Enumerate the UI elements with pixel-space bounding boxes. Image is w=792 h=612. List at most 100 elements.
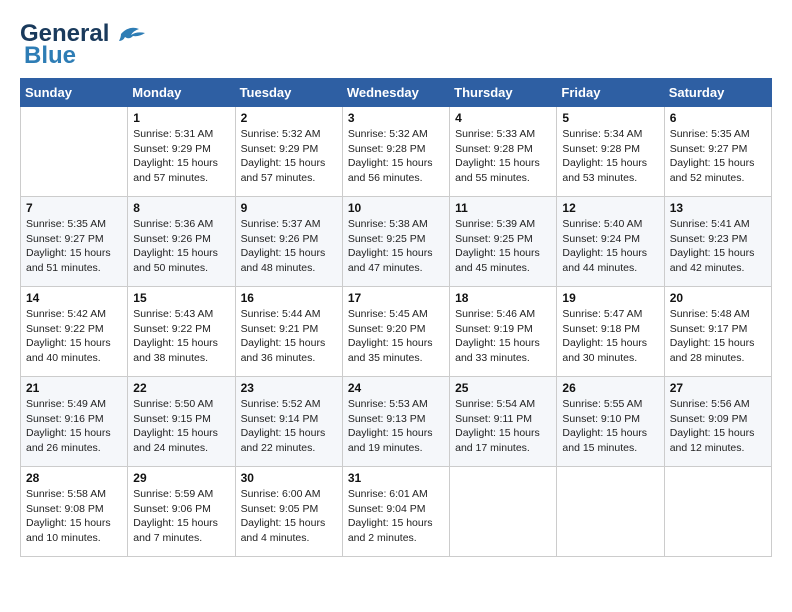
day-number: 23 — [241, 381, 337, 395]
day-number: 31 — [348, 471, 444, 485]
day-number: 26 — [562, 381, 658, 395]
calendar-cell: 22 Sunrise: 5:50 AMSunset: 9:15 PMDayligh… — [128, 377, 235, 467]
day-number: 11 — [455, 201, 551, 215]
day-number: 17 — [348, 291, 444, 305]
calendar-cell: 6 Sunrise: 5:35 AMSunset: 9:27 PMDaylight… — [664, 107, 771, 197]
day-number: 16 — [241, 291, 337, 305]
calendar-cell: 1Sunrise: 5:31 AMSunset: 9:29 PMDaylight… — [128, 107, 235, 197]
day-info: Sunrise: 5:54 AMSunset: 9:11 PMDaylight:… — [455, 397, 551, 456]
day-number: 20 — [670, 291, 766, 305]
day-number: 5 — [562, 111, 658, 125]
day-info: Sunrise: 5:47 AMSunset: 9:18 PMDaylight:… — [562, 307, 658, 366]
day-number: 10 — [348, 201, 444, 215]
day-info: Sunrise: 5:40 AMSunset: 9:24 PMDaylight:… — [562, 217, 658, 276]
calendar-cell: 30 Sunrise: 6:00 AMSunset: 9:05 PMDayligh… — [235, 467, 342, 557]
day-number: 30 — [241, 471, 337, 485]
day-info: Sunrise: 5:36 AMSunset: 9:26 PMDaylight:… — [133, 217, 229, 276]
calendar-cell: 16 Sunrise: 5:44 AMSunset: 9:21 PMDayligh… — [235, 287, 342, 377]
calendar-week-5: 28Sunrise: 5:58 AMSunset: 9:08 PMDayligh… — [21, 467, 772, 557]
weekday-header-saturday: Saturday — [664, 79, 771, 107]
day-info: Sunrise: 5:34 AMSunset: 9:28 PMDaylight:… — [562, 127, 658, 186]
calendar-week-3: 14 Sunrise: 5:42 AMSunset: 9:22 PMDayligh… — [21, 287, 772, 377]
day-number: 6 — [670, 111, 766, 125]
day-number: 28 — [26, 471, 122, 485]
calendar-cell: 5 Sunrise: 5:34 AMSunset: 9:28 PMDaylight… — [557, 107, 664, 197]
day-info: Sunrise: 5:41 AMSunset: 9:23 PMDaylight:… — [670, 217, 766, 276]
calendar-cell: 17 Sunrise: 5:45 AMSunset: 9:20 PMDayligh… — [342, 287, 449, 377]
calendar-cell: 28Sunrise: 5:58 AMSunset: 9:08 PMDayligh… — [21, 467, 128, 557]
calendar-cell: 20 Sunrise: 5:48 AMSunset: 9:17 PMDayligh… — [664, 287, 771, 377]
day-info: Sunrise: 5:50 AMSunset: 9:15 PMDaylight:… — [133, 397, 229, 456]
day-info: Sunrise: 5:32 AMSunset: 9:28 PMDaylight:… — [348, 127, 444, 186]
day-number: 18 — [455, 291, 551, 305]
calendar-cell: 24 Sunrise: 5:53 AMSunset: 9:13 PMDayligh… — [342, 377, 449, 467]
day-info: Sunrise: 5:45 AMSunset: 9:20 PMDaylight:… — [348, 307, 444, 366]
logo: General Blue — [20, 20, 147, 70]
day-info: Sunrise: 5:37 AMSunset: 9:26 PMDaylight:… — [241, 217, 337, 276]
day-number: 24 — [348, 381, 444, 395]
day-info: Sunrise: 5:48 AMSunset: 9:17 PMDaylight:… — [670, 307, 766, 366]
weekday-header-thursday: Thursday — [450, 79, 557, 107]
day-number: 29 — [133, 471, 229, 485]
calendar-cell: 23 Sunrise: 5:52 AMSunset: 9:14 PMDayligh… — [235, 377, 342, 467]
day-number: 22 — [133, 381, 229, 395]
day-info: Sunrise: 5:38 AMSunset: 9:25 PMDaylight:… — [348, 217, 444, 276]
calendar-cell — [557, 467, 664, 557]
day-info: Sunrise: 5:35 AMSunset: 9:27 PMDaylight:… — [26, 217, 122, 276]
day-info: Sunrise: 5:46 AMSunset: 9:19 PMDaylight:… — [455, 307, 551, 366]
calendar-cell: 25Sunrise: 5:54 AMSunset: 9:11 PMDayligh… — [450, 377, 557, 467]
day-number: 8 — [133, 201, 229, 215]
day-info: Sunrise: 5:43 AMSunset: 9:22 PMDaylight:… — [133, 307, 229, 366]
calendar-cell: 8 Sunrise: 5:36 AMSunset: 9:26 PMDaylight… — [128, 197, 235, 287]
day-info: Sunrise: 5:53 AMSunset: 9:13 PMDaylight:… — [348, 397, 444, 456]
day-number: 2 — [241, 111, 337, 125]
day-number: 1 — [133, 111, 229, 125]
calendar-cell — [21, 107, 128, 197]
calendar-cell: 13 Sunrise: 5:41 AMSunset: 9:23 PMDayligh… — [664, 197, 771, 287]
day-info: Sunrise: 5:44 AMSunset: 9:21 PMDaylight:… — [241, 307, 337, 366]
calendar-header-row: SundayMondayTuesdayWednesdayThursdayFrid… — [21, 79, 772, 107]
day-info: Sunrise: 5:52 AMSunset: 9:14 PMDaylight:… — [241, 397, 337, 456]
day-info: Sunrise: 5:55 AMSunset: 9:10 PMDaylight:… — [562, 397, 658, 456]
day-info: Sunrise: 5:33 AMSunset: 9:28 PMDaylight:… — [455, 127, 551, 186]
day-info: Sunrise: 5:32 AMSunset: 9:29 PMDaylight:… — [241, 127, 337, 186]
calendar-cell: 9 Sunrise: 5:37 AMSunset: 9:26 PMDaylight… — [235, 197, 342, 287]
logo-bird-icon — [111, 23, 147, 45]
calendar-cell — [664, 467, 771, 557]
calendar-cell: 7 Sunrise: 5:35 AMSunset: 9:27 PMDaylight… — [21, 197, 128, 287]
logo-blue: Blue — [24, 42, 76, 70]
calendar-cell: 11Sunrise: 5:39 AMSunset: 9:25 PMDayligh… — [450, 197, 557, 287]
calendar-cell: 10 Sunrise: 5:38 AMSunset: 9:25 PMDayligh… — [342, 197, 449, 287]
day-number: 7 — [26, 201, 122, 215]
calendar-cell: 19 Sunrise: 5:47 AMSunset: 9:18 PMDayligh… — [557, 287, 664, 377]
calendar-cell: 14 Sunrise: 5:42 AMSunset: 9:22 PMDayligh… — [21, 287, 128, 377]
calendar-cell: 21 Sunrise: 5:49 AMSunset: 9:16 PMDayligh… — [21, 377, 128, 467]
day-number: 15 — [133, 291, 229, 305]
calendar-body: 1Sunrise: 5:31 AMSunset: 9:29 PMDaylight… — [21, 107, 772, 557]
calendar-cell: 29 Sunrise: 5:59 AMSunset: 9:06 PMDayligh… — [128, 467, 235, 557]
calendar-cell: 26 Sunrise: 5:55 AMSunset: 9:10 PMDayligh… — [557, 377, 664, 467]
calendar: SundayMondayTuesdayWednesdayThursdayFrid… — [20, 78, 772, 557]
weekday-header-sunday: Sunday — [21, 79, 128, 107]
day-info: Sunrise: 5:35 AMSunset: 9:27 PMDaylight:… — [670, 127, 766, 186]
day-number: 13 — [670, 201, 766, 215]
calendar-week-4: 21 Sunrise: 5:49 AMSunset: 9:16 PMDayligh… — [21, 377, 772, 467]
day-number: 21 — [26, 381, 122, 395]
calendar-cell: 15 Sunrise: 5:43 AMSunset: 9:22 PMDayligh… — [128, 287, 235, 377]
day-info: Sunrise: 5:56 AMSunset: 9:09 PMDaylight:… — [670, 397, 766, 456]
day-number: 9 — [241, 201, 337, 215]
header: General Blue — [20, 20, 772, 70]
day-info: Sunrise: 6:01 AMSunset: 9:04 PMDaylight:… — [348, 487, 444, 546]
day-info: Sunrise: 5:42 AMSunset: 9:22 PMDaylight:… — [26, 307, 122, 366]
day-info: Sunrise: 5:59 AMSunset: 9:06 PMDaylight:… — [133, 487, 229, 546]
day-info: Sunrise: 5:49 AMSunset: 9:16 PMDaylight:… — [26, 397, 122, 456]
calendar-week-2: 7 Sunrise: 5:35 AMSunset: 9:27 PMDaylight… — [21, 197, 772, 287]
calendar-cell: 3 Sunrise: 5:32 AMSunset: 9:28 PMDaylight… — [342, 107, 449, 197]
day-info: Sunrise: 6:00 AMSunset: 9:05 PMDaylight:… — [241, 487, 337, 546]
day-number: 19 — [562, 291, 658, 305]
calendar-cell — [450, 467, 557, 557]
calendar-cell: 12Sunrise: 5:40 AMSunset: 9:24 PMDayligh… — [557, 197, 664, 287]
weekday-header-monday: Monday — [128, 79, 235, 107]
day-number: 14 — [26, 291, 122, 305]
day-number: 3 — [348, 111, 444, 125]
